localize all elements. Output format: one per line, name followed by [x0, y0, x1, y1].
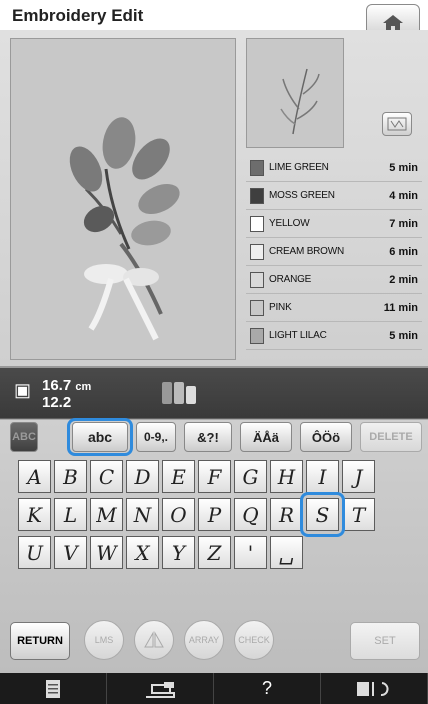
thread-color-list: LIME GREEN 5 min MOSS GREEN 4 min YELLOW… [246, 154, 422, 350]
mirror-icon [144, 631, 164, 648]
color-swatch [250, 187, 264, 204]
color-row[interactable]: LIGHT LILAC 5 min [246, 322, 422, 350]
pattern-thumbnail [246, 38, 344, 148]
key-m[interactable]: M [90, 498, 123, 531]
array-button[interactable]: ARRAY [184, 620, 224, 660]
key-space[interactable]: ␣ [270, 536, 303, 569]
key-j[interactable]: J [342, 460, 375, 493]
tab-accented-2[interactable]: ÔÖö [300, 422, 352, 452]
sewing-machine-icon [146, 681, 175, 698]
color-name: LIME GREEN [269, 162, 329, 173]
delete-button[interactable]: DELETE [360, 422, 422, 452]
key-y[interactable]: Y [162, 536, 195, 569]
key-k[interactable]: K [18, 498, 51, 531]
character-set-tabs: ABC abc 0-9,. &?! ÄÅä ÔÖö DELETE [10, 418, 422, 456]
settings-button[interactable] [321, 673, 428, 704]
key-a[interactable]: A [18, 460, 51, 493]
help-button[interactable]: ? [214, 673, 321, 704]
thread-spools-icon [162, 382, 196, 404]
return-button[interactable]: RETURN [10, 622, 70, 660]
key-d[interactable]: D [126, 460, 159, 493]
size-width: 16.7 cm [42, 377, 92, 394]
key-q[interactable]: Q [234, 498, 267, 531]
color-time: 5 min [389, 161, 418, 174]
size-display: ▣ 16.7 cm 12.2 [0, 368, 428, 420]
color-row[interactable]: LIME GREEN 5 min [246, 154, 422, 182]
footer-bar: ? [0, 673, 428, 704]
key-x[interactable]: X [126, 536, 159, 569]
settings-icon [357, 681, 389, 696]
color-time: 2 min [389, 273, 418, 286]
machine-button[interactable] [107, 673, 214, 704]
color-swatch [250, 243, 264, 260]
color-time: 11 min [383, 301, 418, 314]
color-row[interactable]: MOSS GREEN 4 min [246, 182, 422, 210]
color-row[interactable]: YELLOW 7 min [246, 210, 422, 238]
tab-symbols[interactable]: &?! [184, 422, 232, 452]
key-p[interactable]: P [198, 498, 231, 531]
color-row[interactable]: ORANGE 2 min [246, 266, 422, 294]
color-time: 6 min [389, 245, 418, 258]
key-h[interactable]: H [270, 460, 303, 493]
color-name: LIGHT LILAC [269, 330, 327, 341]
color-row[interactable]: CREAM BROWN 6 min [246, 238, 422, 266]
key-l[interactable]: L [54, 498, 87, 531]
mirror-button[interactable] [134, 620, 174, 660]
embroidery-area: LIME GREEN 5 min MOSS GREEN 4 min YELLOW… [0, 30, 428, 368]
key-w[interactable]: W [90, 536, 123, 569]
embroidery-preview[interactable] [10, 38, 236, 360]
key-v[interactable]: V [54, 536, 87, 569]
color-swatch [250, 215, 264, 232]
key-e[interactable]: E [162, 460, 195, 493]
color-swatch [250, 159, 264, 176]
document-button[interactable] [0, 673, 107, 704]
key-c[interactable]: C [90, 460, 123, 493]
key-o[interactable]: O [162, 498, 195, 531]
color-swatch [250, 271, 264, 288]
key-n[interactable]: N [126, 498, 159, 531]
color-name: YELLOW [269, 218, 310, 229]
color-row[interactable]: PINK 11 min [246, 294, 422, 322]
set-button[interactable]: SET [350, 622, 420, 660]
key-b[interactable]: B [54, 460, 87, 493]
size-icon: ▣ [14, 380, 32, 400]
key-f[interactable]: F [198, 460, 231, 493]
bottom-button-bar: RETURN LMS ARRAY CHECK SET [0, 616, 428, 668]
document-icon [46, 679, 60, 698]
color-time: 5 min [389, 329, 418, 342]
tab-highlight [67, 418, 133, 456]
lms-button[interactable]: LMS [84, 620, 124, 660]
flower-pattern-icon [69, 117, 180, 341]
tab-uppercase[interactable]: ABC [10, 422, 38, 452]
key-r[interactable]: R [270, 498, 303, 531]
page-title: Embroidery Edit [12, 6, 144, 25]
size-height: 12.2 [42, 394, 72, 411]
key-apostrophe[interactable]: ' [234, 536, 267, 569]
check-button[interactable]: CHECK [234, 620, 274, 660]
key-highlight [300, 492, 345, 537]
character-entry-panel: ▣ 16.7 cm 12.2 ABC abc 0-9,. &?! ÄÅä ÔÖö… [0, 368, 428, 673]
tab-accented-1[interactable]: ÄÅä [240, 422, 292, 452]
color-name: MOSS GREEN [269, 190, 335, 201]
spool-icon [387, 117, 407, 131]
color-name: ORANGE [269, 274, 312, 285]
key-z[interactable]: Z [198, 536, 231, 569]
color-name: CREAM BROWN [269, 246, 345, 257]
color-swatch [250, 299, 264, 316]
key-g[interactable]: G [234, 460, 267, 493]
color-time: 7 min [389, 217, 418, 230]
color-swatch [250, 327, 264, 344]
tab-numbers[interactable]: 0-9,. [136, 422, 176, 452]
thread-trim-button[interactable] [382, 112, 412, 136]
key-u[interactable]: U [18, 536, 51, 569]
color-name: PINK [269, 302, 292, 313]
key-i[interactable]: I [306, 460, 339, 493]
key-t[interactable]: T [342, 498, 375, 531]
flower-thumbnail-icon [280, 68, 320, 135]
color-time: 4 min [389, 189, 418, 202]
